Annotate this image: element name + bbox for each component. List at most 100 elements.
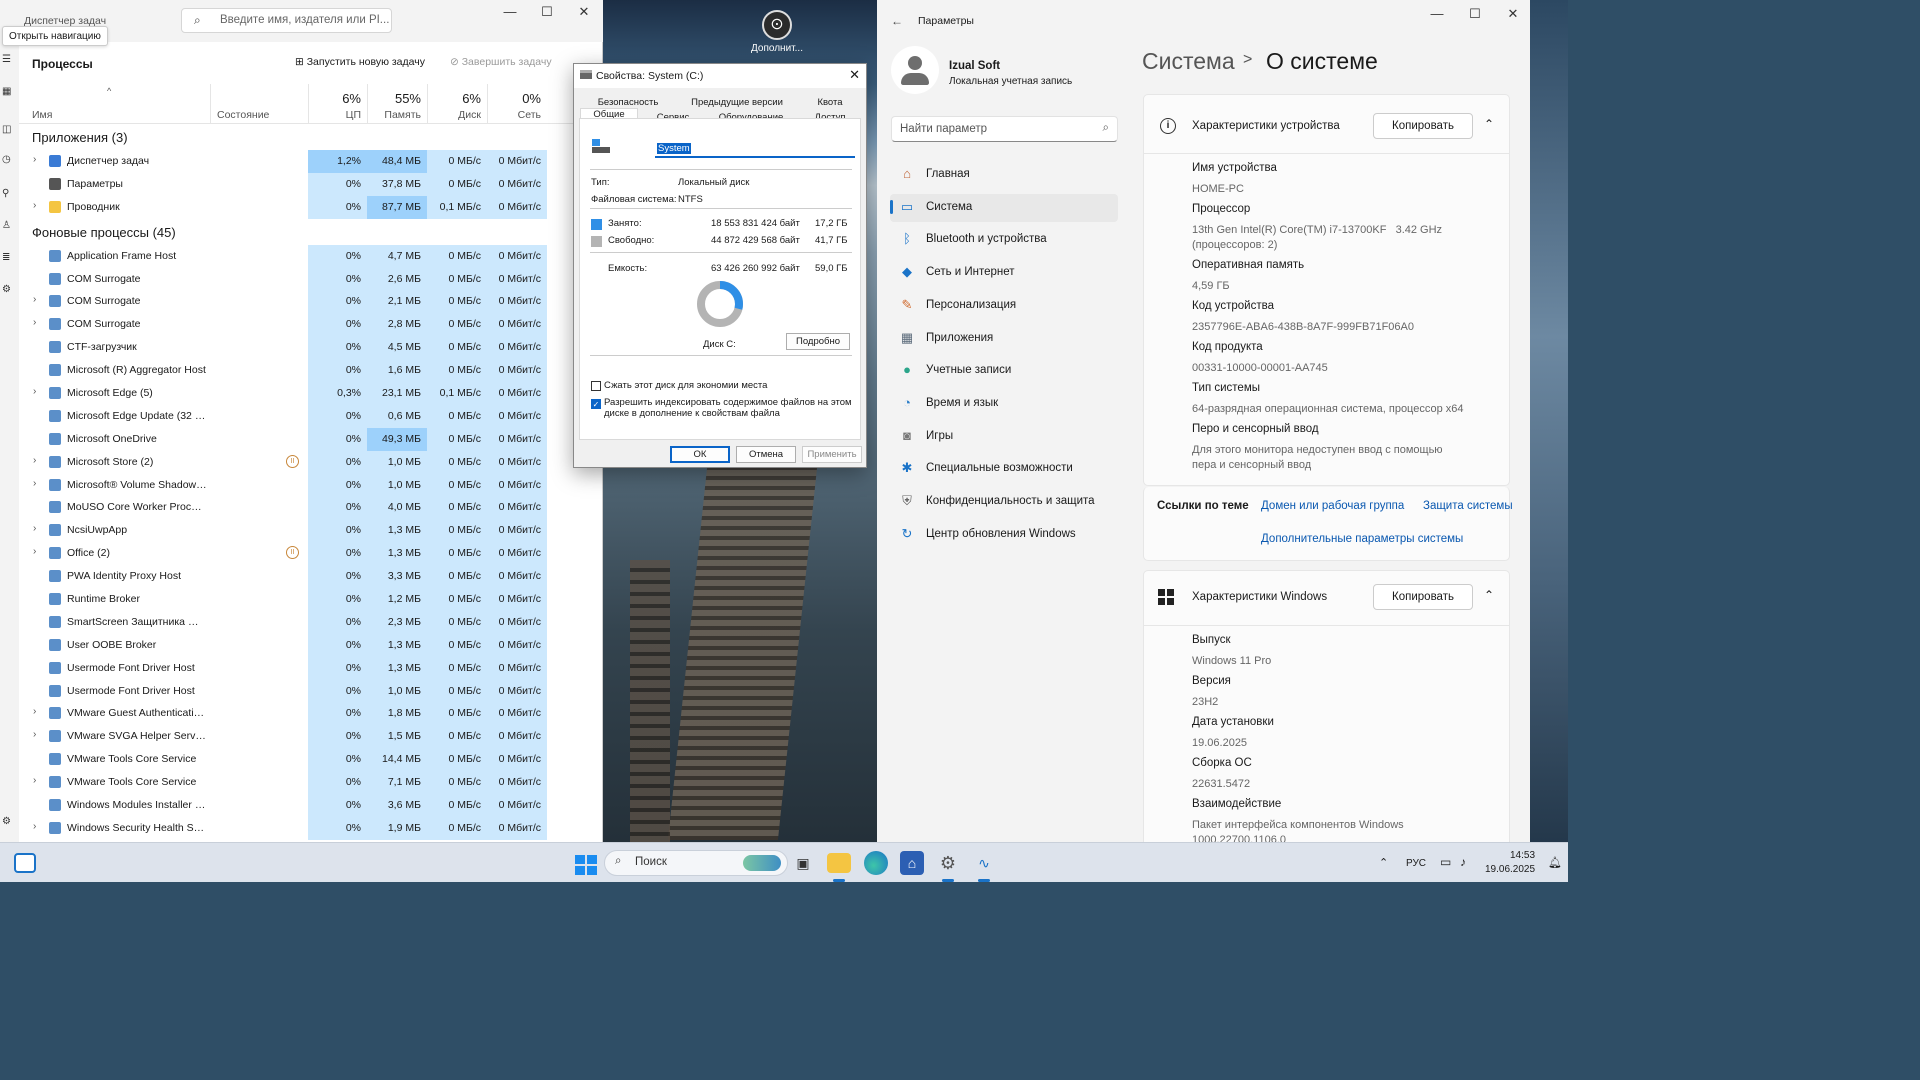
expand-chevron-icon[interactable]: › <box>33 821 36 832</box>
process-row[interactable]: CTF-загрузчик 0% 4,5 МБ 0 МБ/с 0 Мбит/с <box>19 336 603 360</box>
process-row[interactable]: VMware Tools Core Service 0% 14,4 МБ 0 МБ/с… <box>19 748 603 772</box>
expand-chevron-icon[interactable]: › <box>33 546 36 557</box>
file-explorer-icon[interactable] <box>827 853 851 873</box>
expand-chevron-icon[interactable]: › <box>33 200 36 211</box>
expand-chevron-icon[interactable]: › <box>33 154 36 165</box>
details-button[interactable]: Подробно <box>786 333 850 350</box>
process-row[interactable]: Microsoft Edge Update (32 би... 0% 0,6 МБ 0… <box>19 404 603 428</box>
volume-icon[interactable]: ♪ <box>1460 855 1466 869</box>
sidebar-item-brush[interactable]: ✎ Персонализация <box>890 292 1118 320</box>
expand-chevron-icon[interactable]: › <box>33 478 36 489</box>
process-row[interactable]: COM Surrogate 0% 2,6 МБ 0 МБ/с 0 Мбит/с <box>19 267 603 291</box>
startup-icon[interactable]: ⚲ <box>2 188 9 199</box>
apply-button[interactable]: Применить <box>802 446 862 463</box>
sidebar-item-shield[interactable]: ⛨ Конфиденциальность и защита <box>890 488 1118 516</box>
tab-previous-versions[interactable]: Предыдущие версии <box>678 97 796 111</box>
sidebar-item-update[interactable]: ↻ Центр обновления Windows <box>890 521 1118 549</box>
expand-chevron-icon[interactable]: › <box>33 706 36 717</box>
clock-date[interactable]: 19.06.2025 <box>1485 864 1535 875</box>
minimize-button[interactable]: — <box>1427 6 1447 24</box>
column-disk[interactable]: 6% Диск <box>427 84 487 124</box>
language-indicator[interactable]: РУС <box>1406 858 1426 869</box>
process-row[interactable]: Runtime Broker 0% 1,2 МБ 0 МБ/с 0 Мбит/с <box>19 588 603 611</box>
tray-chevron-icon[interactable]: ⌃ <box>1379 856 1388 869</box>
process-row[interactable]: PWA Identity Proxy Host 0% 3,3 МБ 0 МБ/с 0 М… <box>19 565 603 589</box>
clock-time[interactable]: 14:53 <box>1510 850 1535 861</box>
process-row[interactable]: Usermode Font Driver Host 0% 1,3 МБ 0 МБ/с 0… <box>19 656 603 680</box>
history-icon[interactable]: ◷ <box>2 154 11 165</box>
breadcrumb-parent[interactable]: Система <box>1142 48 1235 75</box>
expand-chevron-icon[interactable]: › <box>33 775 36 786</box>
start-button[interactable] <box>573 853 597 877</box>
network-icon[interactable]: ▭ <box>1440 855 1451 869</box>
maximize-button[interactable]: ☐ <box>537 4 557 22</box>
copy-device-specs-button[interactable]: Копировать <box>1373 113 1473 139</box>
close-button[interactable]: ✕ <box>574 4 594 22</box>
drive-name-input[interactable]: System <box>655 141 855 158</box>
process-row[interactable]: › NcsiUwpApp 0% 1,3 МБ 0 МБ/с 0 Мбит/с <box>19 519 603 543</box>
process-row[interactable]: › COM Surrogate 0% 2,1 МБ 0 МБ/с 0 Мбит/с <box>19 290 603 314</box>
expand-chevron-icon[interactable]: › <box>33 386 36 397</box>
ok-button[interactable]: ОК <box>670 446 730 463</box>
sidebar-item-accessibility[interactable]: ✱ Специальные возможности <box>890 455 1118 483</box>
process-row[interactable]: › Microsoft® Volume Shadow ... 0% 1,0 МБ 0 М… <box>19 473 603 497</box>
process-row[interactable]: › Windows Security Health Servi... 0% 1,9 М… <box>19 816 603 840</box>
back-arrow-icon[interactable]: ← <box>891 14 903 28</box>
desktop-shortcut[interactable]: ⊙ Дополнит... <box>748 10 806 66</box>
settings-search-input[interactable]: Найти параметр ⌕ <box>891 116 1118 142</box>
close-icon[interactable]: ✕ <box>849 67 860 83</box>
performance-icon[interactable]: ◫ <box>2 124 11 135</box>
process-row[interactable]: Microsoft OneDrive 0% 49,3 МБ 0 МБ/с 0 Мбит/… <box>19 427 603 451</box>
expand-chevron-icon[interactable]: › <box>33 455 36 466</box>
sidebar-item-system[interactable]: ▭ Система <box>890 193 1118 222</box>
process-row[interactable]: › COM Surrogate 0% 2,8 МБ 0 МБ/с 0 Мбит/с <box>19 313 603 337</box>
collapse-chevron-icon[interactable]: ⌃ <box>1484 588 1494 602</box>
widgets-icon[interactable] <box>14 853 36 873</box>
tab-quota[interactable]: Квота <box>802 97 858 111</box>
process-row[interactable]: › VMware Guest Authentication... 0% 1,8 МБ 0… <box>19 702 603 726</box>
minimize-button[interactable]: — <box>500 4 520 22</box>
process-row[interactable]: Application Frame Host 0% 4,7 МБ 0 МБ/с 0 Мб… <box>19 244 603 268</box>
compress-checkbox[interactable] <box>591 381 601 391</box>
process-row[interactable]: › Microsoft Edge (5) 0,3% 23,1 МБ 0,1 МБ/с 0 … <box>19 382 603 405</box>
sidebar-item-clock[interactable]: ◔ Время и язык <box>890 390 1118 418</box>
expand-chevron-icon[interactable]: › <box>33 317 36 328</box>
processes-icon[interactable]: ▦ <box>2 86 11 97</box>
details-icon[interactable]: ≣ <box>2 252 10 263</box>
avatar[interactable] <box>891 46 939 94</box>
search-input[interactable]: ⌕ Введите имя, издателя или PI... <box>181 8 392 33</box>
domain-workgroup-link[interactable]: Домен или рабочая группа <box>1261 500 1404 512</box>
run-new-task-button[interactable]: ⊞ Запустить новую задачу <box>295 56 425 68</box>
process-row[interactable]: SmartScreen Защитника Win... 0% 2,3 МБ 0 МБ… <box>19 610 603 634</box>
store-icon[interactable]: ⌂ <box>900 851 924 875</box>
expand-chevron-icon[interactable]: › <box>33 523 36 534</box>
collapse-chevron-icon[interactable]: ⌃ <box>1484 117 1494 131</box>
sidebar-item-home[interactable]: ⌂ Главная <box>890 161 1118 189</box>
process-row[interactable]: Microsoft (R) Aggregator Host 0% 1,6 МБ 0 М… <box>19 359 603 383</box>
process-row[interactable]: Windows Modules Installer W... 0% 3,6 МБ 0 … <box>19 794 603 817</box>
taskbar-search[interactable]: ⌕ Поиск <box>604 850 788 876</box>
copy-windows-specs-button[interactable]: Копировать <box>1373 584 1473 610</box>
close-button[interactable]: ✕ <box>1503 6 1523 24</box>
system-protection-link[interactable]: Защита системы <box>1423 500 1513 512</box>
column-name[interactable]: Имя <box>32 109 52 121</box>
process-row[interactable]: › VMware Tools Core Service 0% 7,1 МБ 0 МБ/с… <box>19 771 603 795</box>
edge-icon[interactable] <box>864 851 888 875</box>
task-view-icon[interactable]: ▣ <box>791 851 815 875</box>
hamburger-icon[interactable]: ☰ <box>2 54 11 65</box>
sidebar-item-apps[interactable]: ▦ Приложения <box>890 325 1118 353</box>
process-row[interactable]: › Проводник 0% 87,7 МБ 0,1 МБ/с 0 Мбит/с <box>19 195 603 219</box>
column-status-cell[interactable]: Состояние <box>210 84 308 124</box>
end-task-button[interactable]: ⊘ Завершить задачу <box>450 56 552 68</box>
index-checkbox[interactable]: ✓ <box>591 399 601 409</box>
expand-chevron-icon[interactable]: › <box>33 729 36 740</box>
process-row[interactable]: Параметры 0% 37,8 МБ 0 МБ/с 0 Мбит/с <box>19 172 603 196</box>
process-row[interactable]: User OOBE Broker 0% 1,3 МБ 0 МБ/с 0 Мбит/с <box>19 633 603 657</box>
process-row[interactable]: › Диспетчер задач 1,2% 48,4 МБ 0 МБ/с 0 Мбит/… <box>19 150 603 173</box>
process-row[interactable]: Usermode Font Driver Host 0% 1,0 МБ 0 МБ/с 0… <box>19 679 603 703</box>
advanced-system-settings-link[interactable]: Дополнительные параметры системы <box>1261 533 1463 545</box>
process-row[interactable]: MoUSO Core Worker Process 0% 4,0 МБ 0 МБ/с 0… <box>19 496 603 520</box>
column-network[interactable]: 0% Сеть <box>487 84 547 124</box>
settings-icon[interactable]: ⚙ <box>2 816 11 827</box>
cancel-button[interactable]: Отмена <box>736 446 796 463</box>
